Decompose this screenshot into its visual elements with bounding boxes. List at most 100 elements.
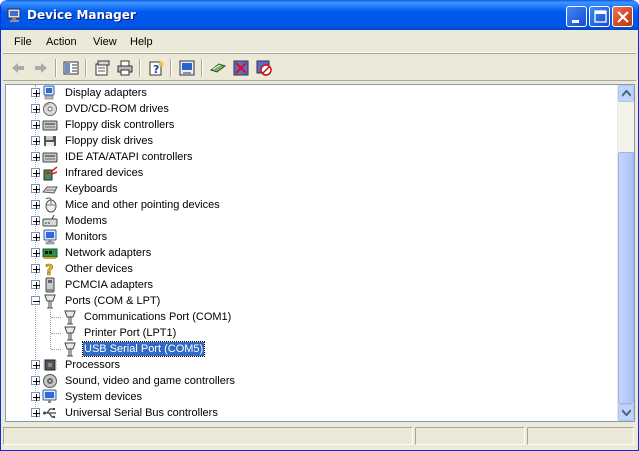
menu-file[interactable]: File [14, 36, 32, 48]
tree-category[interactable]: Ports (COM & LPT) [6, 293, 618, 309]
svg-text:?: ? [45, 261, 54, 277]
show-hide-tree-icon [63, 61, 79, 75]
expand-toggle[interactable] [31, 152, 40, 161]
close-icon [617, 11, 629, 23]
tree-category[interactable]: Monitors [6, 229, 618, 245]
disable-button[interactable] [253, 57, 275, 79]
usb-icon [42, 405, 58, 421]
network-adapter-icon [42, 245, 58, 261]
tree-category[interactable]: Modems [6, 213, 618, 229]
tree-item-label: Infrared devices [65, 167, 144, 179]
tree-category[interactable]: Universal Serial Bus controllers [6, 405, 618, 421]
show-hide-tree-button[interactable] [60, 57, 82, 79]
tree-device[interactable]: Communications Port (COM1) [6, 309, 618, 325]
expand-toggle[interactable] [31, 120, 40, 129]
tree-device[interactable]: Printer Port (LPT1) [6, 325, 618, 341]
disk-controller-icon [42, 117, 58, 133]
title-bar[interactable]: Device Manager [1, 0, 638, 30]
minimize-button[interactable] [566, 6, 587, 27]
tree-category[interactable]: Network adapters [6, 245, 618, 261]
scroll-up-button[interactable] [618, 85, 634, 102]
tree-device[interactable]: USB Serial Port (COM5) [6, 341, 618, 357]
tree-category[interactable]: DVD/CD-ROM drives [6, 101, 618, 117]
device-tree[interactable]: Display adapters DVD/CD-ROM drives Floppy … [5, 84, 635, 422]
menu-help[interactable]: Help [130, 36, 153, 48]
tree-category[interactable]: PCMCIA adapters [6, 277, 618, 293]
expand-toggle[interactable] [31, 376, 40, 385]
tree-item-label: Universal Serial Bus controllers [65, 407, 218, 419]
update-driver-button[interactable] [176, 57, 198, 79]
tree-category[interactable]: IDE ATA/ATAPI controllers [6, 149, 618, 165]
chevron-up-icon [622, 90, 631, 97]
print-button[interactable] [114, 57, 136, 79]
expand-toggle[interactable] [31, 264, 40, 273]
scroll-down-button[interactable] [618, 404, 634, 421]
toolbar-separator [139, 59, 141, 77]
collapse-toggle[interactable] [31, 296, 40, 305]
forward-button[interactable] [30, 57, 52, 79]
plus-icon [33, 394, 40, 401]
properties-button[interactable] [91, 57, 113, 79]
tree-category[interactable]: System devices [6, 389, 618, 405]
menu-view[interactable]: View [93, 36, 117, 48]
tree-item-label: USB Serial Port (COM5) [81, 341, 206, 357]
plus-icon [33, 282, 40, 289]
svg-text:?: ? [153, 63, 159, 76]
expand-toggle[interactable] [31, 360, 40, 369]
toolbar-separator [201, 59, 203, 77]
plus-icon [33, 138, 40, 145]
tree-category[interactable]: Keyboards [6, 181, 618, 197]
back-icon [12, 63, 24, 73]
expand-toggle[interactable] [31, 392, 40, 401]
port-icon [62, 309, 78, 325]
expand-toggle[interactable] [31, 104, 40, 113]
update-driver-icon [179, 60, 195, 76]
uninstall-button[interactable] [230, 57, 252, 79]
plus-icon [33, 218, 40, 225]
unknown-device-icon: ? [42, 261, 58, 280]
tree-category[interactable]: Display adapters [6, 85, 618, 101]
help-button[interactable]: ? [145, 57, 167, 79]
plus-icon [33, 170, 40, 177]
tree-item-label: Network adapters [65, 247, 152, 259]
tree-category[interactable]: ? Other devices [6, 261, 618, 280]
menu-bar: File Action View Help [3, 31, 636, 53]
tree-category[interactable]: Infrared devices [6, 165, 618, 181]
plus-icon [33, 202, 40, 209]
tree-item-label: Display adapters [65, 87, 147, 99]
plus-icon [33, 362, 40, 369]
toolbar-separator [85, 59, 87, 77]
close-button[interactable] [612, 6, 633, 27]
tree-item-label: Printer Port (LPT1) [84, 327, 177, 339]
tree-category[interactable]: Sound, video and game controllers [6, 373, 618, 389]
scrollbar-thumb[interactable] [618, 152, 634, 404]
menu-action[interactable]: Action [46, 36, 77, 48]
vertical-scrollbar[interactable] [617, 85, 634, 421]
floppy-drive-icon [42, 133, 58, 149]
expand-toggle[interactable] [31, 184, 40, 193]
tree-category[interactable]: Floppy disk controllers [6, 117, 618, 133]
back-button[interactable] [7, 57, 29, 79]
expand-toggle[interactable] [31, 232, 40, 241]
tree-category[interactable]: Floppy disk drives [6, 133, 618, 149]
tree-category[interactable]: Mice and other pointing devices [6, 197, 618, 213]
expand-toggle[interactable] [31, 280, 40, 289]
port-icon [62, 325, 78, 341]
plus-icon [33, 250, 40, 257]
expand-toggle[interactable] [31, 248, 40, 257]
expand-toggle[interactable] [31, 136, 40, 145]
expand-toggle[interactable] [31, 168, 40, 177]
tree-category[interactable]: Processors [6, 357, 618, 373]
plus-icon [33, 90, 40, 97]
maximize-button[interactable] [589, 6, 610, 27]
expand-toggle[interactable] [31, 408, 40, 417]
scan-hardware-button[interactable] [207, 57, 229, 79]
mouse-icon [42, 197, 58, 213]
cd-drive-icon [42, 101, 58, 117]
expand-toggle[interactable] [31, 88, 40, 97]
tree-item-label: Floppy disk drives [65, 135, 154, 147]
tree-item-label: PCMCIA adapters [65, 279, 154, 291]
expand-toggle[interactable] [31, 216, 40, 225]
expand-toggle[interactable] [31, 200, 40, 209]
disable-icon [256, 60, 272, 76]
